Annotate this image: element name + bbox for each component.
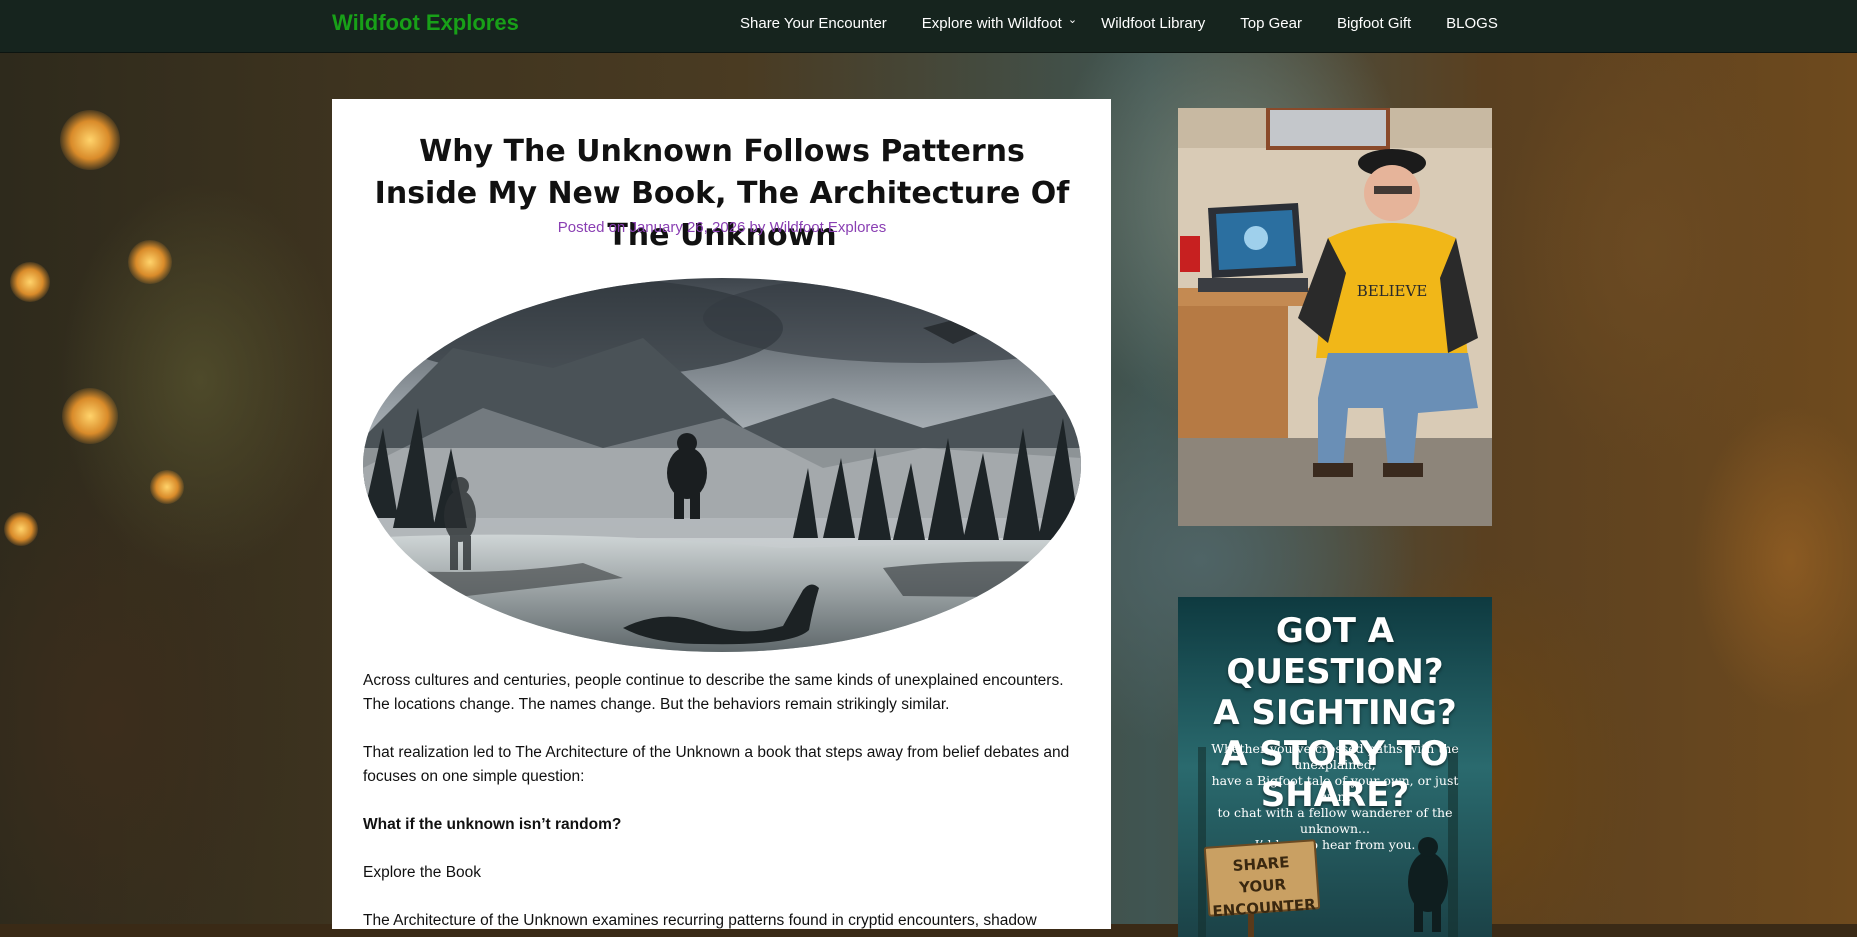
site-title-link[interactable]: Wildfoot Explores <box>332 10 519 36</box>
nav-top-gear[interactable]: Top Gear <box>1240 15 1302 32</box>
promo-subtext-line: have a Bigfoot tale of your own, or just… <box>1211 773 1459 804</box>
sign-text: SHARE YOUR ENCOUNTER <box>1206 849 1318 922</box>
nav-wildfoot-library[interactable]: Wildfoot Library <box>1101 15 1205 32</box>
sign-line: SHARE YOUR <box>1232 853 1290 897</box>
bokeh-light <box>62 388 118 444</box>
article-paragraph: The Architecture of the Unknown examines… <box>363 912 1037 929</box>
main-menu: Share Your Encounter Explore with Wildfo… <box>740 13 1533 32</box>
top-navigation-bar: Wildfoot Explores Share Your Encounter E… <box>0 0 1857 53</box>
bokeh-light <box>150 470 184 504</box>
chevron-down-icon[interactable]: ⌄ <box>1068 13 1077 26</box>
post-meta: Posted on January 26, 2026 by Wildfoot E… <box>372 219 1072 236</box>
promo-headline-line: A SIGHTING? <box>1213 693 1457 733</box>
promo-headline-line: GOT A QUESTION? <box>1226 611 1444 692</box>
by-label: by <box>749 219 766 236</box>
explore-the-book-text: Explore the Book <box>363 864 482 881</box>
article-subheading: What if the unknown isn’t random? <box>363 816 622 833</box>
nav-blogs[interactable]: BLOGS <box>1446 15 1498 32</box>
author-photo: BELIEVE <box>1178 108 1492 526</box>
bokeh-light <box>10 262 50 302</box>
nav-label: Share Your Encounter <box>740 15 887 32</box>
bokeh-light <box>128 240 172 284</box>
promo-subtext: Whether you’ve crossed paths with the un… <box>1198 741 1472 853</box>
nav-label: BLOGS <box>1446 15 1498 32</box>
nav-label: Top Gear <box>1240 15 1302 32</box>
nav-bigfoot-gift[interactable]: Bigfoot Gift <box>1337 15 1411 32</box>
share-your-encounter-sign[interactable]: SHARE YOUR ENCOUNTER <box>1203 839 1321 921</box>
nav-label: Explore with Wildfoot <box>921 15 1062 32</box>
author-link[interactable]: Wildfoot Explores <box>770 219 887 236</box>
featured-image <box>363 278 1081 652</box>
promo-subtext-line: to chat with a fellow wanderer of the un… <box>1217 805 1453 836</box>
article-card: Why The Unknown Follows Patterns Inside … <box>332 99 1111 929</box>
post-date-link[interactable]: January 26, 2026 <box>629 219 745 236</box>
article-paragraph: Across cultures and centuries, people co… <box>363 672 1064 713</box>
sweatshirt-text: BELIEVE <box>1357 282 1428 300</box>
share-encounter-promo[interactable]: GOT A QUESTION? A SIGHTING? A STORY TO S… <box>1178 597 1492 937</box>
posted-on-label: Posted on <box>557 219 626 236</box>
misty-forest-cryptid-scene <box>363 278 1081 652</box>
page-scrollbar[interactable] <box>1851 0 1857 924</box>
bokeh-light <box>60 110 120 170</box>
bokeh-light <box>4 512 38 546</box>
nav-label: Wildfoot Library <box>1101 15 1206 32</box>
author-at-desk-image: BELIEVE <box>1178 108 1492 526</box>
article-title: Why The Unknown Follows Patterns Inside … <box>374 134 1070 253</box>
nav-label: Bigfoot Gift <box>1336 15 1412 32</box>
nav-share-your-encounter[interactable]: Share Your Encounter <box>740 15 887 32</box>
promo-subtext-line: Whether you’ve crossed paths with the un… <box>1211 741 1459 772</box>
article-paragraph: That realization led to The Architecture… <box>363 744 1070 785</box>
nav-explore-with-wildfoot[interactable]: Explore with Wildfoot ⌄ <box>921 13 1077 32</box>
